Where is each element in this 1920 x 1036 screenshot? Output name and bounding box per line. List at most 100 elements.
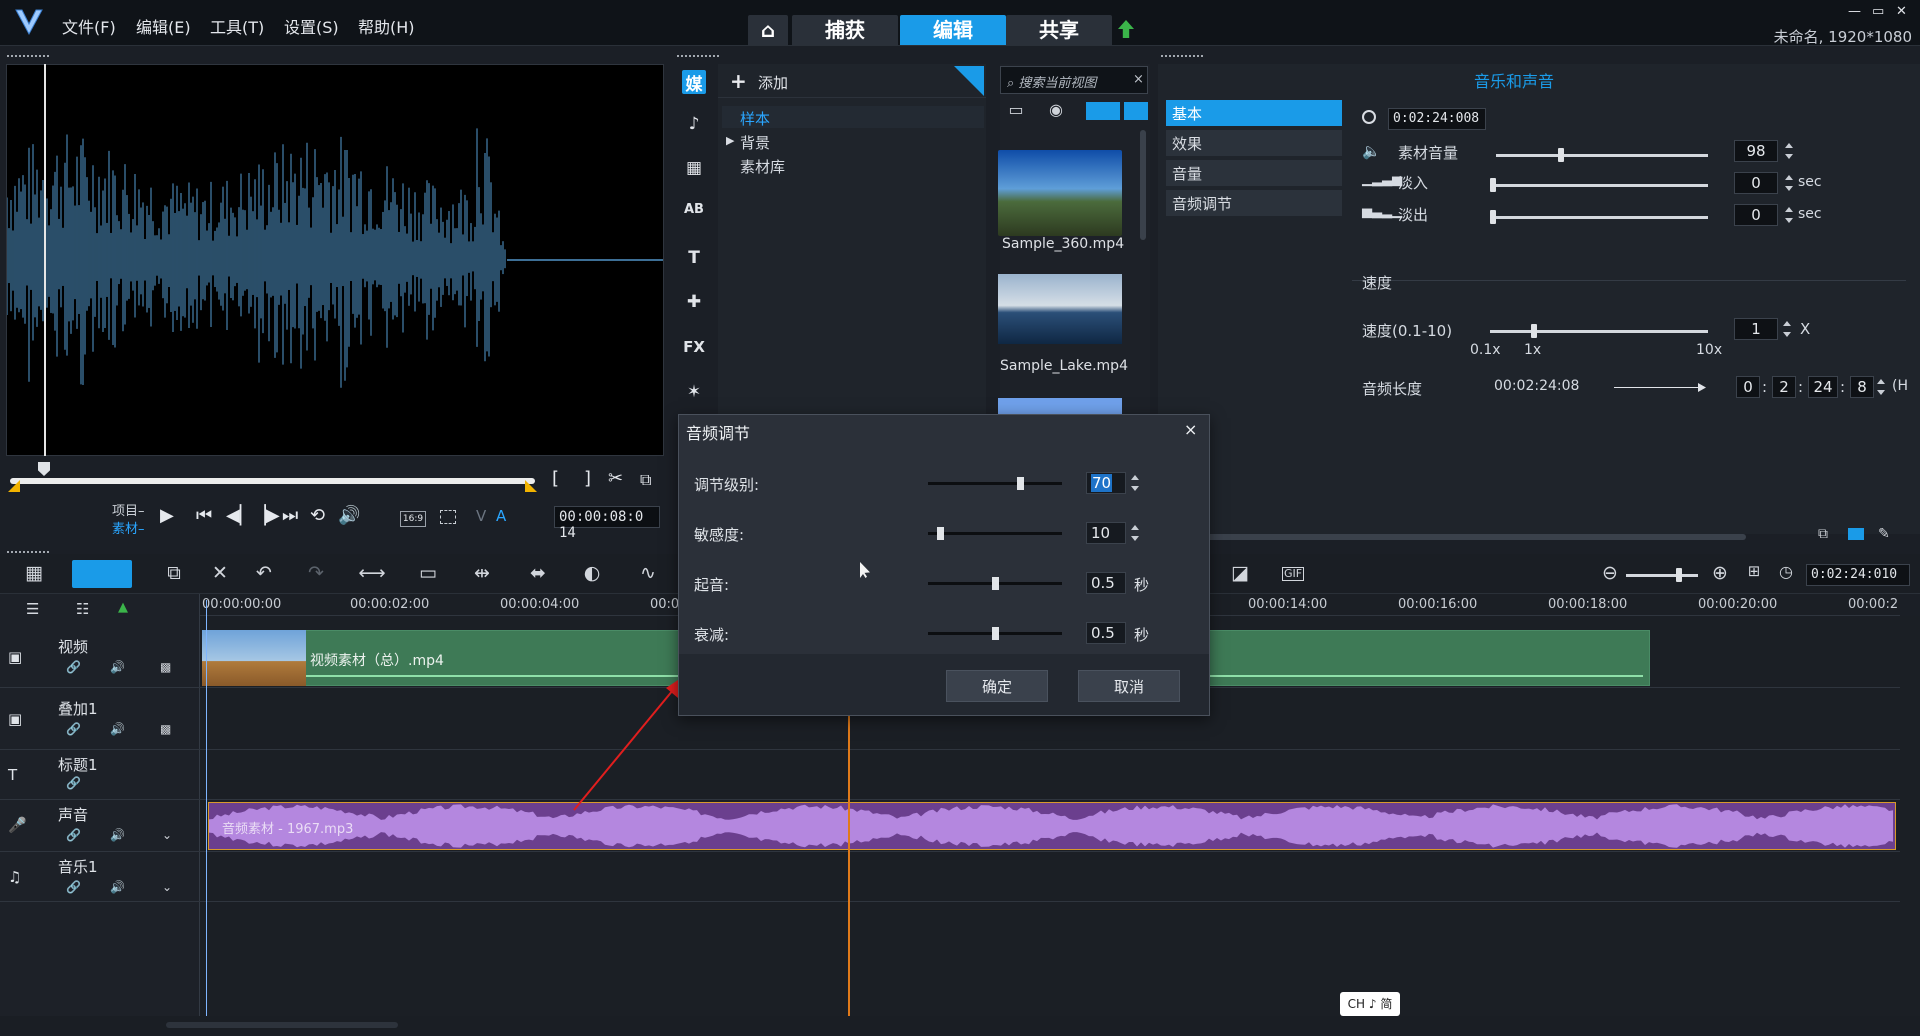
clip-volume-spinner[interactable]: [1784, 140, 1794, 162]
attack-thumb[interactable]: [991, 577, 999, 590]
timeline-view-button[interactable]: [72, 560, 132, 588]
effect-icon[interactable]: ◪: [1226, 562, 1254, 586]
fade-out-input[interactable]: 0: [1734, 204, 1778, 226]
ripple-edit-icon[interactable]: ▲: [118, 600, 128, 615]
speed-input[interactable]: 1: [1734, 318, 1778, 340]
decay-input[interactable]: 0.5: [1086, 622, 1126, 644]
speed-slider[interactable]: [1490, 330, 1708, 333]
restore-button[interactable]: ▭: [1872, 4, 1884, 19]
next-frame-icon[interactable]: ▕▶: [252, 505, 280, 526]
tab-share[interactable]: 共享: [1006, 15, 1112, 45]
title-icon[interactable]: T: [682, 248, 706, 272]
mark-out-button[interactable]: ]: [584, 468, 591, 489]
clip-volume-input[interactable]: 98: [1734, 140, 1778, 162]
preview-timecode[interactable]: 00:00:08:0 14: [554, 506, 660, 541]
volume-icon[interactable]: 🔊: [338, 505, 360, 526]
audio-toggle[interactable]: A: [496, 507, 506, 525]
track-mute-icon[interactable]: 🔊: [110, 722, 125, 736]
fade-out-spinner[interactable]: [1784, 204, 1794, 226]
copy-icon[interactable]: ⧉: [160, 562, 188, 586]
cancel-button[interactable]: 取消: [1078, 670, 1180, 702]
adjust-level-thumb[interactable]: [1016, 477, 1024, 490]
options-tab-effects[interactable]: 效果: [1166, 130, 1342, 156]
length-seconds[interactable]: 24: [1808, 376, 1838, 398]
audio-clip[interactable]: [208, 802, 1896, 850]
thumbnail-sample-lake[interactable]: [998, 274, 1122, 344]
panel-grip[interactable]: [6, 54, 50, 58]
scrubber-track[interactable]: [10, 478, 535, 484]
ok-button[interactable]: 确定: [946, 670, 1048, 702]
menu-file[interactable]: 文件(F): [62, 14, 116, 38]
chapter-icon[interactable]: ☷: [76, 600, 89, 618]
search-clear-icon[interactable]: ×: [1133, 72, 1144, 87]
tools-icon[interactable]: ✕: [206, 562, 234, 586]
timeline-hscroll-thumb[interactable]: [166, 1022, 398, 1028]
options-tab-basic[interactable]: 基本: [1166, 100, 1342, 126]
fade-out-slider[interactable]: [1490, 216, 1708, 219]
clip-mode-label[interactable]: 素材–: [112, 518, 145, 537]
clip-duration-field[interactable]: 0:02:24:008: [1388, 108, 1486, 130]
tree-item-samples[interactable]: 样本: [740, 108, 770, 129]
add-icon[interactable]: +: [730, 69, 747, 93]
color-icon[interactable]: ◐: [578, 562, 606, 586]
speed-thumb[interactable]: [1531, 324, 1537, 338]
thumbnail-view-button[interactable]: [1124, 102, 1148, 120]
options-tab-volume[interactable]: 音量: [1166, 160, 1342, 186]
fade-in-thumb[interactable]: [1490, 178, 1496, 192]
timeline-mode-icon[interactable]: [1848, 528, 1864, 540]
library-search-input[interactable]: ⌕ 搜索当前视图: [1000, 66, 1148, 94]
link-icon[interactable]: 🔗: [66, 828, 81, 842]
track-manager-icon[interactable]: ☰: [26, 600, 39, 618]
decay-thumb[interactable]: [991, 627, 999, 640]
close-window-button[interactable]: ✕: [1896, 4, 1907, 19]
speed-spinner[interactable]: [1782, 318, 1792, 340]
video-toggle[interactable]: V: [476, 507, 486, 525]
home-button[interactable]: ⌂: [748, 15, 788, 45]
sensitivity-thumb[interactable]: [936, 527, 944, 540]
crop-icon[interactable]: [440, 510, 456, 524]
length-hours[interactable]: 0: [1736, 376, 1760, 398]
go-end-icon[interactable]: ⏭: [282, 505, 298, 526]
tab-edit[interactable]: 编辑: [900, 15, 1006, 45]
project-mode-label[interactable]: 项目–: [112, 500, 145, 519]
sensitivity-slider[interactable]: [928, 532, 1062, 535]
sensitivity-input[interactable]: 10: [1086, 522, 1126, 544]
graphics-icon[interactable]: ✚: [682, 292, 706, 316]
menu-settings[interactable]: 设置(S): [284, 14, 339, 38]
chevron-down-icon[interactable]: ⌄: [162, 880, 172, 894]
crop-tool-icon[interactable]: ▭: [414, 562, 442, 586]
attack-input[interactable]: 0.5: [1086, 572, 1126, 594]
link-icon[interactable]: 🔗: [66, 880, 81, 894]
scrubber-thumb[interactable]: [38, 462, 50, 476]
split-icon[interactable]: ⇹: [468, 562, 496, 586]
transition-icon[interactable]: AB: [682, 202, 706, 226]
length-minutes[interactable]: 2: [1772, 376, 1796, 398]
chevron-down-icon[interactable]: ⌄: [162, 828, 172, 842]
options-tab-audio-adjust[interactable]: 音频调节: [1166, 190, 1342, 216]
clip-volume-slider[interactable]: [1496, 154, 1708, 157]
ime-indicator[interactable]: CH ♪ 简: [1340, 992, 1400, 1016]
dialog-close-button[interactable]: ×: [1184, 420, 1197, 439]
menu-help[interactable]: 帮助(H): [358, 14, 415, 38]
zoom-in-icon[interactable]: ⊕: [1706, 562, 1734, 586]
list-view-button[interactable]: [1086, 102, 1120, 120]
link-icon[interactable]: 🔗: [66, 776, 81, 790]
path-icon[interactable]: ✶: [682, 382, 706, 406]
link-icon[interactable]: 🔗: [66, 722, 81, 736]
track-mute-icon[interactable]: 🔊: [110, 660, 125, 674]
menu-edit[interactable]: 编辑(E): [136, 14, 191, 38]
adjust-level-input[interactable]: 70: [1086, 472, 1126, 494]
panel-grip[interactable]: [676, 54, 720, 58]
options-scrollbar[interactable]: [1194, 534, 1746, 540]
panel-grip[interactable]: [1160, 54, 1204, 58]
fade-in-slider[interactable]: [1490, 184, 1708, 187]
instant-project-icon[interactable]: ▦: [682, 158, 706, 182]
adjust-level-slider[interactable]: [928, 482, 1062, 485]
timeline-timecode[interactable]: 0:02:24:010: [1806, 564, 1910, 586]
repeat-icon[interactable]: ⟲: [310, 505, 325, 526]
timeline-vscroll[interactable]: [1900, 616, 1920, 1016]
track-mute-icon[interactable]: 🔊: [110, 880, 125, 894]
tab-capture[interactable]: 捕获: [792, 15, 898, 45]
audio-wave-icon[interactable]: ∿: [634, 562, 662, 586]
adjust-level-spinner[interactable]: [1130, 472, 1140, 494]
